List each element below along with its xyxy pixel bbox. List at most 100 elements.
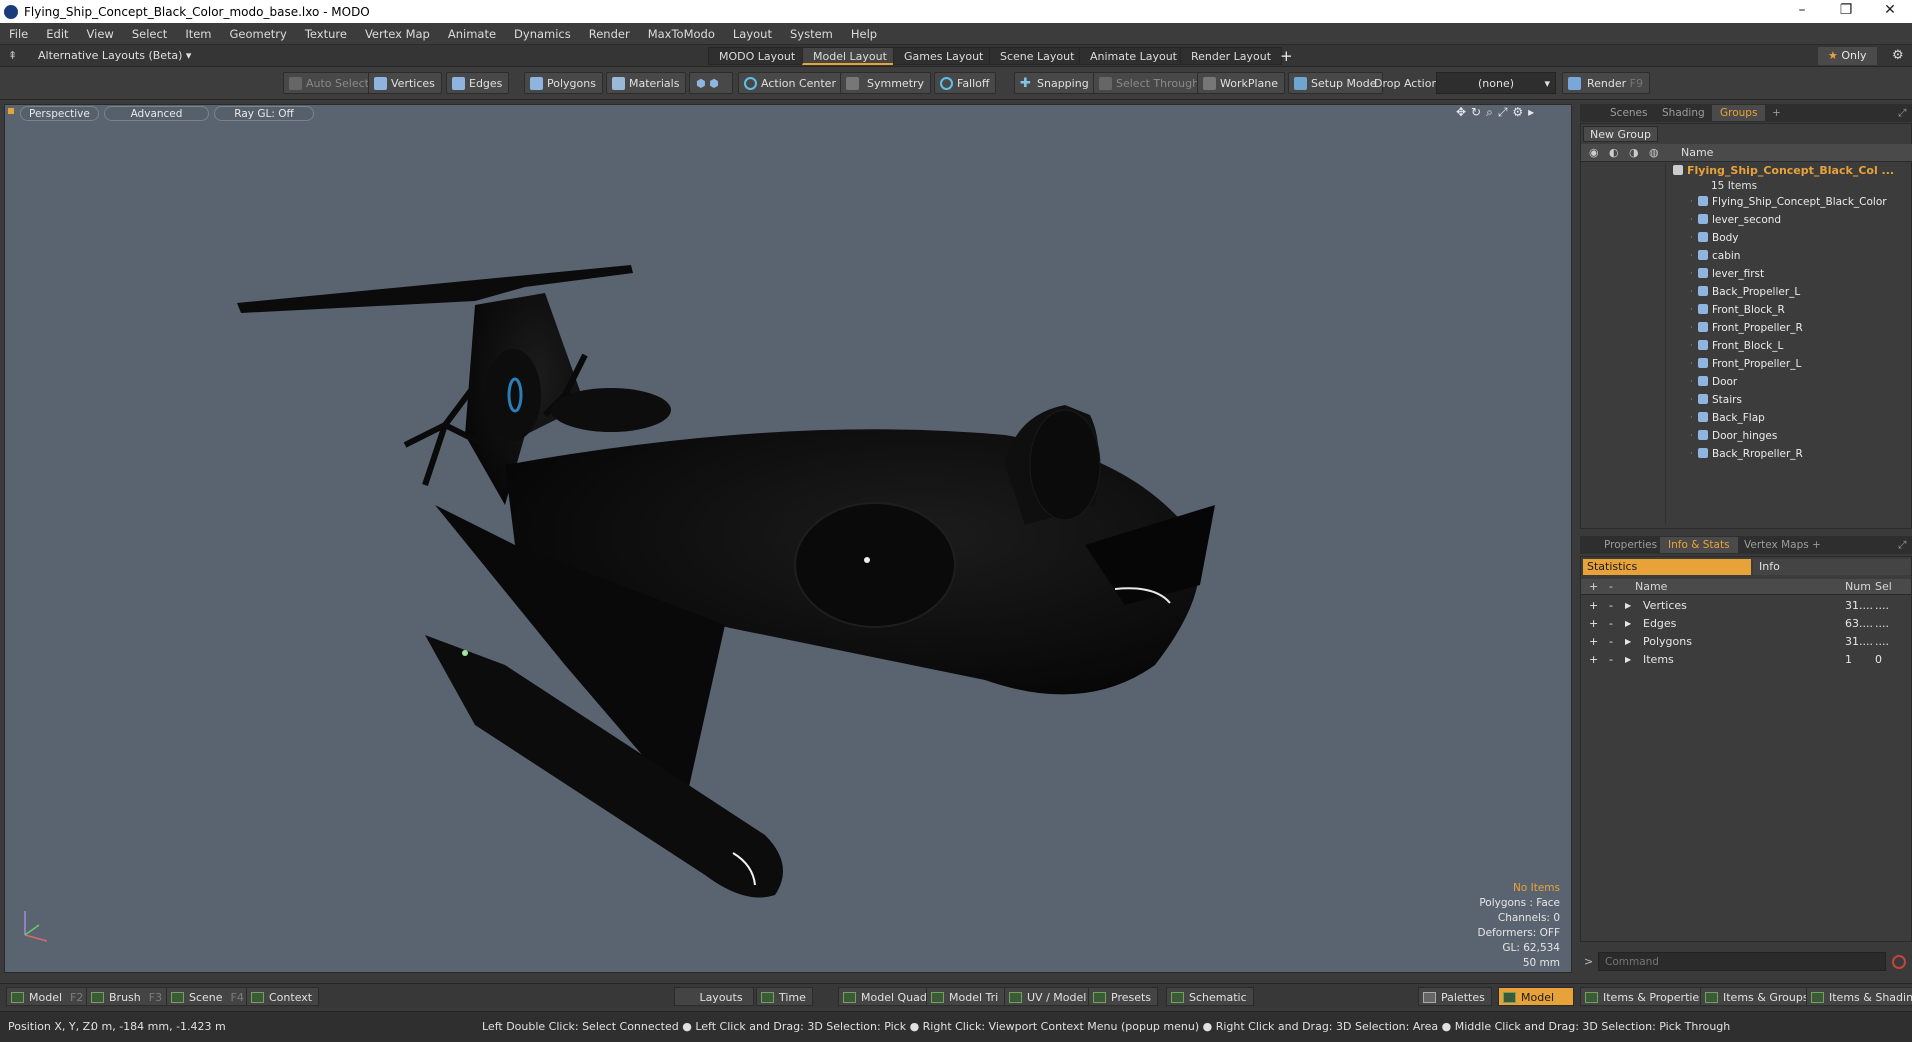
- menu-render[interactable]: Render: [580, 27, 639, 41]
- expand-icon[interactable]: +: [1589, 615, 1598, 633]
- items-groups-button[interactable]: Items & Groups: [1700, 987, 1816, 1006]
- tab-shading[interactable]: Shading: [1654, 105, 1713, 121]
- render-toggle-icon[interactable]: ◐: [1609, 146, 1619, 159]
- items-shading-button[interactable]: Items & Shading: [1806, 987, 1912, 1006]
- add-layout-icon[interactable]: +: [1280, 47, 1293, 65]
- group-item[interactable]: · cabin: [1582, 247, 1900, 265]
- model-mode-button[interactable]: Model F2: [6, 987, 91, 1006]
- workplane-button[interactable]: WorkPlane: [1197, 72, 1286, 94]
- drop-action-select[interactable]: (none) ▾: [1436, 72, 1556, 94]
- menu-help[interactable]: Help: [842, 27, 886, 41]
- viewport-nav-icons[interactable]: ✥↻⌕⤢⚙▸: [1456, 105, 1539, 120]
- viewport-menu-icon[interactable]: [8, 108, 14, 114]
- group-item[interactable]: · Front_Block_R: [1582, 301, 1900, 319]
- uv-model-button[interactable]: UV / Model: [1004, 987, 1094, 1006]
- menu-item[interactable]: Item: [176, 27, 220, 41]
- minimize-button[interactable]: –: [1780, 0, 1824, 23]
- time-button[interactable]: Time: [756, 987, 813, 1006]
- collapse-icon[interactable]: -: [1609, 651, 1613, 669]
- auto-select-button[interactable]: Auto Select: [283, 72, 376, 94]
- group-item[interactable]: · Front_Propeller_L: [1582, 355, 1900, 373]
- layouts-up-icon[interactable]: ⇞: [8, 49, 17, 62]
- snapping-button[interactable]: ✚ Snapping: [1014, 72, 1096, 94]
- new-group-button[interactable]: New Group: [1583, 126, 1658, 142]
- render-button[interactable]: Render F9: [1562, 72, 1650, 94]
- tab-info-stats[interactable]: Info & Stats: [1660, 537, 1738, 553]
- expand-all-icon[interactable]: +: [1589, 580, 1598, 593]
- presets-button[interactable]: Presets: [1088, 987, 1159, 1006]
- tab-model-layout[interactable]: Model Layout: [802, 47, 898, 65]
- select-toggle-icon[interactable]: ◍: [1649, 146, 1659, 159]
- menu-animate[interactable]: Animate: [439, 27, 505, 41]
- expand-panel-icon[interactable]: ⤢: [1890, 105, 1912, 121]
- disclosure-icon[interactable]: ▶: [1625, 597, 1631, 615]
- menu-texture[interactable]: Texture: [296, 27, 356, 41]
- group-item[interactable]: · lever_first: [1582, 265, 1900, 283]
- tab-animate-layout[interactable]: Animate Layout: [1079, 47, 1188, 65]
- menu-edit[interactable]: Edit: [37, 27, 77, 41]
- menu-layout[interactable]: Layout: [724, 27, 781, 41]
- brush-mode-button[interactable]: Brush F3: [86, 987, 170, 1006]
- context-button[interactable]: Context: [246, 987, 320, 1006]
- group-item[interactable]: · Flying_Ship_Concept_Black_Color: [1582, 193, 1900, 211]
- polygons-button[interactable]: Polygons: [524, 72, 603, 94]
- falloff-button[interactable]: Falloff: [934, 72, 997, 94]
- alternative-layouts-dropdown[interactable]: Alternative Layouts (Beta) ▾: [38, 49, 191, 62]
- group-item[interactable]: · Door: [1582, 373, 1900, 391]
- expand-icon[interactable]: +: [1589, 597, 1598, 615]
- select-through-button[interactable]: Select Through: [1093, 72, 1207, 94]
- collapse-icon[interactable]: -: [1609, 615, 1613, 633]
- command-input[interactable]: [1598, 952, 1886, 971]
- group-item[interactable]: · Door_hinges: [1582, 427, 1900, 445]
- tab-groups[interactable]: Groups: [1712, 105, 1766, 121]
- gear-icon[interactable]: ⚙: [1892, 48, 1904, 63]
- group-item[interactable]: · Back_Propeller_L: [1582, 283, 1900, 301]
- add-tab-icon[interactable]: +: [1764, 105, 1789, 121]
- action-center-button[interactable]: Action Center: [738, 72, 843, 94]
- tab-render-layout[interactable]: Render Layout: [1180, 47, 1283, 65]
- statistics-tab[interactable]: Statistics: [1583, 559, 1751, 575]
- group-root[interactable]: Flying_Ship_Concept_Black_Col ...: [1673, 164, 1912, 178]
- stats-row[interactable]: + - ▶ Edges 63........: [1581, 615, 1911, 633]
- edges-button[interactable]: Edges: [446, 72, 510, 94]
- add-tab-icon[interactable]: +: [1804, 537, 1829, 553]
- group-item[interactable]: · Back_Rropeller_R: [1582, 445, 1900, 463]
- model-quad-button[interactable]: Model Quad: [838, 987, 934, 1006]
- close-button[interactable]: ✕: [1868, 0, 1912, 23]
- tab-scene-layout[interactable]: Scene Layout: [989, 47, 1086, 65]
- visibility-icon[interactable]: ◉: [1589, 146, 1599, 159]
- disclosure-icon[interactable]: ▶: [1625, 633, 1631, 651]
- tab-scenes[interactable]: Scenes: [1602, 105, 1655, 121]
- setup-mode-button[interactable]: Setup Mode: [1288, 72, 1384, 94]
- advanced-button[interactable]: Advanced: [104, 106, 209, 121]
- collapse-icon[interactable]: -: [1609, 633, 1613, 651]
- menu-dynamics[interactable]: Dynamics: [505, 27, 580, 41]
- menu-file[interactable]: File: [0, 27, 37, 41]
- menu-view[interactable]: View: [78, 27, 123, 41]
- stats-row[interactable]: + - ▶ Items 1 0: [1581, 651, 1911, 669]
- expand-icon[interactable]: +: [1589, 651, 1598, 669]
- stats-row[interactable]: + - ▶ Vertices 31........: [1581, 597, 1911, 615]
- raygl-button[interactable]: Ray GL: Off: [214, 106, 314, 121]
- only-button[interactable]: ★ Only: [1818, 47, 1877, 65]
- materials-button[interactable]: Materials: [606, 72, 687, 94]
- menu-vertex-map[interactable]: Vertex Map: [356, 27, 439, 41]
- record-icon[interactable]: [1892, 955, 1906, 969]
- group-item[interactable]: · lever_second: [1582, 211, 1900, 229]
- scene-mode-button[interactable]: Scene F4: [166, 987, 251, 1006]
- model-active-button[interactable]: Model: [1498, 987, 1574, 1006]
- restore-button[interactable]: ❐: [1824, 0, 1868, 23]
- expand-panel-icon[interactable]: ⤢: [1890, 537, 1912, 553]
- group-item[interactable]: · Back_Flap: [1582, 409, 1900, 427]
- tab-modo-layout[interactable]: MODO Layout: [708, 47, 807, 65]
- model-tri-button[interactable]: Model Tri: [926, 987, 1006, 1006]
- lock-icon[interactable]: ◑: [1629, 146, 1639, 159]
- vertices-button[interactable]: Vertices: [368, 72, 442, 94]
- layouts-button[interactable]: Layouts: [674, 987, 754, 1006]
- group-item[interactable]: · Stairs: [1582, 391, 1900, 409]
- items-properties-button[interactable]: Items & Properties: [1580, 987, 1712, 1006]
- group-item[interactable]: · Front_Propeller_R: [1582, 319, 1900, 337]
- schematic-button[interactable]: Schematic: [1166, 987, 1254, 1006]
- menu-select[interactable]: Select: [123, 27, 176, 41]
- tab-games-layout[interactable]: Games Layout: [893, 47, 995, 65]
